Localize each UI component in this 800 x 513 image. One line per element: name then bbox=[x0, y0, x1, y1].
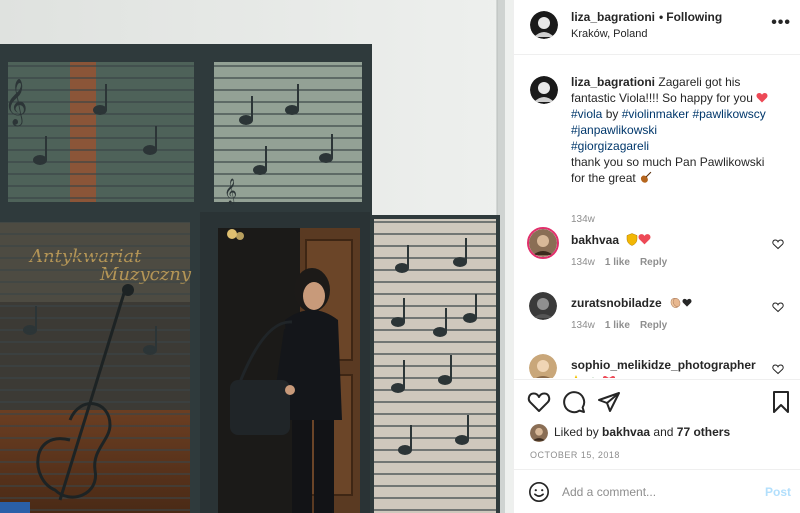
post-date[interactable]: OCTOBER 15, 2018 bbox=[530, 450, 620, 460]
commenter-username[interactable]: sophio_melikidze_photographer bbox=[571, 358, 756, 372]
post-photo[interactable]: Antykwariat Muzyczny bbox=[0, 0, 513, 513]
comment-item: bakhvaa 134w 1 like Reply bbox=[527, 227, 794, 277]
svg-text:𝄞: 𝄞 bbox=[224, 178, 237, 204]
comment-icon[interactable] bbox=[562, 390, 586, 414]
caption-line-3: thank you so much Pan Pawlikowski for th… bbox=[571, 155, 765, 185]
reply-button[interactable]: Reply bbox=[640, 320, 667, 331]
add-comment-bar: Post bbox=[514, 469, 800, 513]
post-header: liza_bagrationi • Following Kraków, Poland… bbox=[514, 0, 800, 55]
caption-timestamp[interactable]: 134w bbox=[571, 214, 595, 225]
comment-like-heart-icon[interactable] bbox=[772, 301, 784, 313]
comment-like-heart-icon[interactable] bbox=[772, 363, 784, 375]
comment-item: sophio_melikidze_photographer bbox=[528, 354, 794, 378]
liked-by-and: and bbox=[653, 425, 674, 440]
liker-avatar[interactable] bbox=[530, 424, 548, 442]
commenter-avatar[interactable] bbox=[529, 292, 557, 320]
shield-emoji-icon bbox=[622, 233, 638, 247]
post-photo-image: Antykwariat Muzyczny bbox=[0, 0, 513, 513]
comment-likes[interactable]: 1 like bbox=[605, 257, 630, 268]
commenter-avatar[interactable] bbox=[529, 229, 557, 257]
clapping-hands-emoji-icon bbox=[665, 296, 682, 310]
hashtag-link[interactable]: #pawlikowscy bbox=[692, 107, 765, 121]
post-comment-button[interactable]: Post bbox=[765, 485, 791, 499]
bookmark-icon[interactable] bbox=[769, 390, 793, 414]
comments-list[interactable]: liza_bagrationi Zagareli got his fantast… bbox=[514, 56, 800, 378]
heart-icon[interactable] bbox=[527, 390, 551, 414]
hashtag-link[interactable]: #giorgizagareli bbox=[571, 138, 781, 154]
liked-by-others[interactable]: 77 others bbox=[677, 425, 730, 439]
liked-by-prefix: Liked by bbox=[554, 425, 599, 440]
caption-username[interactable]: liza_bagrationi bbox=[571, 75, 655, 89]
comment-like-heart-icon[interactable] bbox=[772, 238, 784, 250]
hashtag-link[interactable]: #viola bbox=[571, 107, 602, 121]
red-heart-emoji-icon bbox=[638, 233, 651, 247]
liked-by-user[interactable]: bakhvaa bbox=[602, 425, 650, 439]
share-icon[interactable] bbox=[597, 390, 621, 414]
following-button[interactable]: Following bbox=[666, 10, 722, 24]
commenter-username[interactable]: bakhvaa bbox=[571, 233, 619, 247]
more-options-icon[interactable]: ••• bbox=[771, 14, 791, 32]
caption-avatar[interactable] bbox=[530, 76, 558, 104]
black-heart-emoji-icon bbox=[682, 296, 692, 310]
violin-emoji-icon bbox=[639, 171, 652, 185]
hashtag-link[interactable]: #janpawlikowski bbox=[571, 122, 781, 138]
hashtag-link[interactable]: #violinmaker bbox=[622, 107, 689, 121]
author-username[interactable]: liza_bagrationi bbox=[571, 10, 655, 24]
svg-text:𝄞: 𝄞 bbox=[4, 79, 28, 127]
author-avatar[interactable] bbox=[530, 11, 558, 39]
post-details-panel: liza_bagrationi • Following Kraków, Poland… bbox=[513, 0, 800, 513]
sparkles-emoji-icon bbox=[571, 374, 616, 378]
add-comment-input[interactable] bbox=[562, 480, 752, 504]
liked-by-summary: Liked by bakhvaa and 77 others bbox=[530, 424, 730, 442]
separator-dot: • bbox=[659, 10, 664, 24]
comment-timestamp[interactable]: 134w bbox=[571, 257, 595, 268]
commenter-avatar[interactable] bbox=[529, 354, 557, 378]
caption-line-2: by bbox=[605, 107, 619, 121]
emoji-icon[interactable] bbox=[528, 481, 550, 503]
comment-timestamp[interactable]: 134w bbox=[571, 320, 595, 331]
reply-button[interactable]: Reply bbox=[640, 257, 667, 268]
post-location[interactable]: Kraków, Poland bbox=[571, 28, 647, 40]
commenter-username[interactable]: zuratsnobiladze bbox=[571, 296, 662, 310]
comment-likes[interactable]: 1 like bbox=[605, 320, 630, 331]
red-heart-emoji-icon bbox=[756, 91, 768, 105]
caption-text: liza_bagrationi Zagareli got his fantast… bbox=[571, 74, 781, 186]
comment-item: zuratsnobiladze 134w 1 like Reply bbox=[528, 292, 794, 340]
